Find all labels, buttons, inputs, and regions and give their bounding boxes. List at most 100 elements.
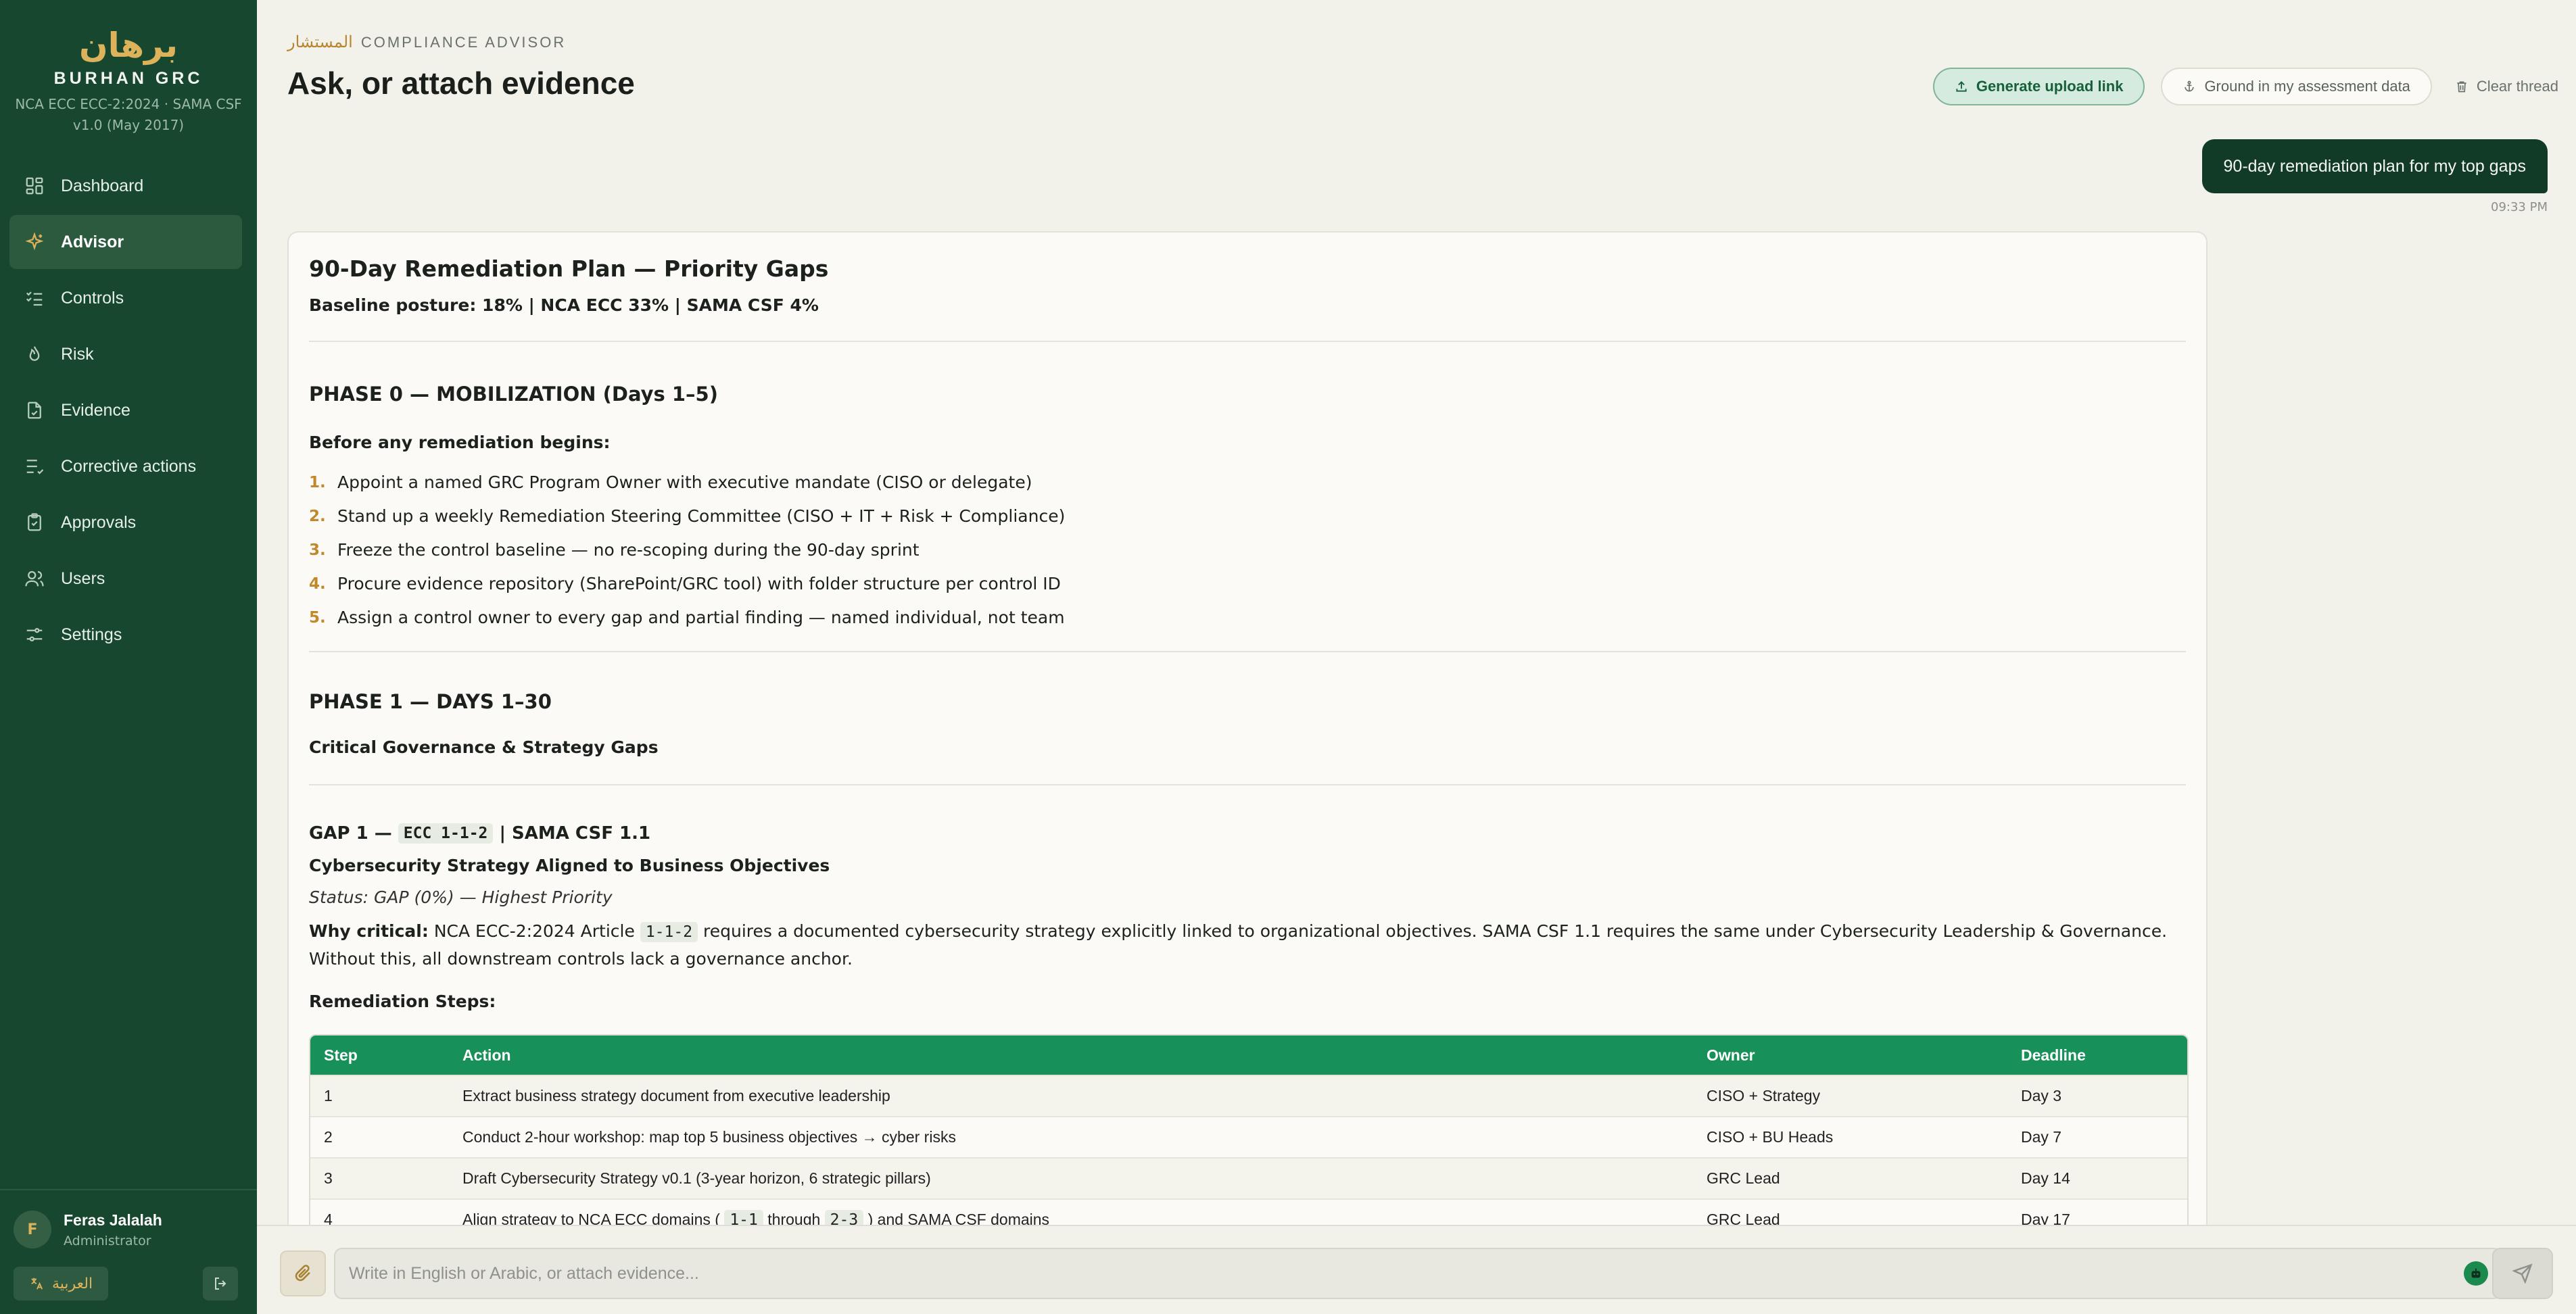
table-header-row: Step Action Owner Deadline: [310, 1036, 2187, 1075]
user-role: Administrator: [64, 1233, 151, 1248]
sidebar-item-dashboard[interactable]: Dashboard: [9, 159, 242, 213]
message-timestamp: 09:33 PM: [2491, 200, 2548, 214]
divider: [309, 651, 2186, 652]
logout-icon: [215, 1278, 226, 1290]
gap-1-name: Cybersecurity Strategy Aligned to Busine…: [309, 856, 830, 875]
table-row: 4 Align strategy to NCA ECC domains ( 1-…: [310, 1198, 2187, 1225]
brand: برهان BURHAN GRC NCA ECC ECC-2:2024 · SA…: [0, 0, 257, 136]
divider: [309, 784, 2186, 785]
column-header: Action: [449, 1036, 1693, 1075]
message-input-wrapper: [334, 1248, 2502, 1299]
bot-icon[interactable]: [2464, 1261, 2488, 1286]
avatar: F: [14, 1211, 51, 1248]
logout-button[interactable]: [203, 1267, 238, 1300]
table-row: 3 Draft Cybersecurity Strategy v0.1 (3-y…: [310, 1157, 2187, 1198]
list-item: 4. Procure evidence repository (SharePoin…: [309, 574, 1061, 593]
brand-frameworks: NCA ECC ECC-2:2024 · SAMA CSF v1.0 (May …: [15, 96, 242, 133]
sidebar-item-advisor[interactable]: Advisor: [9, 215, 242, 269]
phase-0-intro: Before any remediation begins:: [309, 433, 611, 452]
control-code: 1-1-2: [640, 922, 698, 942]
ground-assessment-button[interactable]: Ground in my assessment data: [2161, 68, 2432, 105]
eyebrow-arabic: المستشار: [287, 33, 353, 51]
composer: [257, 1225, 2576, 1314]
sidebar-item-label: Advisor: [61, 232, 124, 251]
anchor-icon: [2185, 80, 2195, 92]
checklist-icon: [24, 288, 45, 308]
clipboard-check-icon: [24, 512, 45, 533]
control-code: 1-1: [724, 1210, 763, 1225]
sidebar-item-label: Corrective actions: [61, 456, 197, 476]
sidebar: برهان BURHAN GRC NCA ECC ECC-2:2024 · SA…: [0, 0, 257, 1314]
divider: [309, 341, 2186, 342]
gap-1-rationale: Why critical: NCA ECC-2:2024 Article 1-1…: [309, 921, 2168, 969]
assistant-reply-card: 90-Day Remediation Plan — Priority Gaps …: [287, 231, 2208, 1225]
phase-0-list: 1. Appoint a named GRC Program Owner with…: [309, 466, 2186, 635]
remediation-table: Step Action Owner Deadline 1 Extract bus…: [309, 1034, 2189, 1225]
gap-1-status: Status: GAP (0%) — Highest Priority: [309, 887, 613, 907]
user-message-bubble: 90-day remediation plan for my top gaps: [2201, 139, 2548, 193]
sidebar-item-label: Risk: [61, 344, 94, 364]
sidebar-nav: Dashboard Advisor Controls Risk Evidence: [9, 159, 242, 664]
column-header: Deadline: [2007, 1036, 2187, 1075]
paperclip-icon: [295, 1265, 310, 1282]
remediation-steps-label: Remediation Steps:: [309, 992, 496, 1011]
document-icon: [24, 400, 45, 420]
page-eyebrow: المستشار COMPLIANCE ADVISOR: [287, 32, 566, 52]
sidebar-item-label: Controls: [61, 288, 124, 308]
brand-name: BURHAN GRC: [53, 69, 204, 88]
main-content: المستشار COMPLIANCE ADVISOR Ask, or attac…: [257, 0, 2576, 1314]
list-check-icon: [24, 456, 45, 477]
sidebar-item-settings[interactable]: Settings: [9, 608, 242, 662]
upload-icon: [1956, 81, 1967, 92]
list-item: 2. Stand up a weekly Remediation Steering…: [309, 506, 1066, 526]
users-icon: [24, 568, 45, 589]
ground-assessment-label: Ground in my assessment data: [2204, 78, 2410, 95]
translate-icon: [31, 1278, 43, 1290]
sidebar-footer: F Feras Jalalah Administrator العربية: [0, 1189, 257, 1314]
sidebar-item-label: Settings: [61, 625, 122, 644]
phase-1-subheading: Critical Governance & Strategy Gaps: [309, 737, 659, 757]
generate-upload-link-label: Generate upload link: [1976, 78, 2124, 95]
column-header: Owner: [1693, 1036, 2007, 1075]
sparkle-icon: [24, 232, 45, 252]
attach-button[interactable]: [280, 1250, 326, 1296]
clear-thread-label: Clear thread: [2476, 78, 2558, 95]
user-profile[interactable]: F Feras Jalalah Administrator: [14, 1211, 162, 1248]
table-row: 1 Extract business strategy document fro…: [310, 1075, 2187, 1116]
sidebar-item-controls[interactable]: Controls: [9, 271, 242, 325]
language-toggle-label: العربية: [51, 1275, 93, 1292]
baseline-posture: Baseline posture: 18% | NCA ECC 33% | SA…: [309, 295, 819, 315]
dashboard-icon: [24, 176, 45, 196]
sidebar-item-label: Approvals: [61, 512, 137, 532]
reply-title: 90-Day Remediation Plan — Priority Gaps: [309, 256, 829, 282]
sidebar-item-label: Evidence: [61, 400, 130, 420]
header-actions: Generate upload link Ground in my assess…: [1917, 68, 2558, 105]
sidebar-item-approvals[interactable]: Approvals: [9, 495, 242, 550]
sliders-icon: [24, 625, 45, 645]
list-item: 3. Freeze the control baseline — no re-sc…: [309, 540, 920, 560]
gap-1-heading: GAP 1 — ECC 1-1-2 | SAMA CSF 1.1: [309, 823, 651, 844]
list-item: 1. Appoint a named GRC Program Owner with…: [309, 472, 1032, 492]
column-header: Step: [310, 1036, 449, 1075]
list-item: 5. Assign a control owner to every gap an…: [309, 608, 1065, 627]
sidebar-item-corrective-actions[interactable]: Corrective actions: [9, 439, 242, 493]
sidebar-item-label: Dashboard: [61, 176, 144, 195]
send-icon: [2512, 1263, 2533, 1284]
table-row: 2 Conduct 2-hour workshop: map top 5 bus…: [310, 1116, 2187, 1157]
flame-icon: [24, 344, 45, 364]
brand-arabic-logo: برهان: [79, 26, 178, 65]
eyebrow-label: COMPLIANCE ADVISOR: [360, 34, 567, 51]
phase-0-heading: PHASE 0 — MOBILIZATION (Days 1–5): [309, 383, 718, 406]
message-input[interactable]: [335, 1249, 2500, 1298]
sidebar-item-evidence[interactable]: Evidence: [9, 383, 242, 437]
control-code: ECC 1-1-2: [398, 823, 494, 844]
send-button[interactable]: [2492, 1248, 2553, 1299]
sidebar-item-risk[interactable]: Risk: [9, 327, 242, 381]
clear-thread-button[interactable]: Clear thread: [2448, 68, 2558, 105]
sidebar-item-label: Users: [61, 568, 105, 588]
language-toggle-button[interactable]: العربية: [14, 1267, 108, 1300]
sidebar-item-users[interactable]: Users: [9, 552, 242, 606]
page-title: Ask, or attach evidence: [287, 66, 635, 101]
generate-upload-link-button[interactable]: Generate upload link: [1932, 68, 2145, 105]
user-name: Feras Jalalah: [64, 1211, 162, 1229]
